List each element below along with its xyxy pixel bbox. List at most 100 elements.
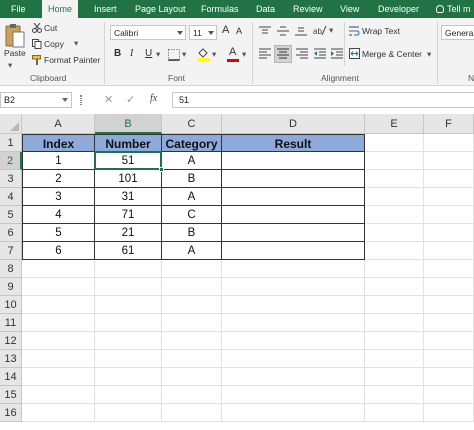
cell-a13[interactable] bbox=[22, 350, 95, 368]
cell-a12[interactable] bbox=[22, 332, 95, 350]
formula-input[interactable]: 51 bbox=[172, 92, 474, 108]
scissors-icon[interactable] bbox=[32, 23, 42, 33]
cell-e1[interactable] bbox=[365, 134, 424, 152]
align-right-icon[interactable] bbox=[296, 48, 308, 60]
italic-button[interactable]: I bbox=[130, 48, 133, 59]
row-header-5[interactable]: 5 bbox=[0, 206, 22, 224]
cell-f13[interactable] bbox=[424, 350, 474, 368]
tab-tell-me[interactable]: Tell m bbox=[436, 0, 471, 18]
cell-b14[interactable] bbox=[95, 368, 162, 386]
orientation-icon[interactable]: ab bbox=[313, 24, 327, 36]
column-header-d[interactable]: D bbox=[222, 114, 365, 134]
cell-c16[interactable] bbox=[162, 404, 222, 422]
align-left-icon[interactable] bbox=[259, 48, 271, 60]
row-header-8[interactable]: 8 bbox=[0, 260, 22, 278]
tab-formulas[interactable]: Formulas bbox=[201, 0, 239, 18]
tab-file[interactable]: File bbox=[11, 0, 26, 18]
grow-font-button[interactable]: A bbox=[222, 24, 229, 36]
cell-f8[interactable] bbox=[424, 260, 474, 278]
enter-icon[interactable]: ✓ bbox=[126, 93, 135, 106]
row-header-13[interactable]: 13 bbox=[0, 350, 22, 368]
paste-icon[interactable] bbox=[5, 23, 25, 49]
wrap-text-label[interactable]: Wrap Text bbox=[362, 26, 400, 36]
column-header-f[interactable]: F bbox=[424, 114, 474, 134]
merge-center-label[interactable]: Merge & Center bbox=[362, 49, 422, 59]
cell-f4[interactable] bbox=[424, 188, 474, 206]
middle-align-icon[interactable] bbox=[277, 26, 289, 36]
cell-a6[interactable]: 5 bbox=[22, 224, 95, 242]
paste-label[interactable]: Paste bbox=[4, 48, 26, 58]
cell-c4[interactable]: A bbox=[162, 188, 222, 206]
cell-d9[interactable] bbox=[222, 278, 365, 296]
cell-a8[interactable] bbox=[22, 260, 95, 278]
cell-c6[interactable]: B bbox=[162, 224, 222, 242]
fill-color-icon[interactable] bbox=[197, 47, 210, 61]
cell-d12[interactable] bbox=[222, 332, 365, 350]
cell-a7[interactable]: 6 bbox=[22, 242, 95, 260]
cell-d1[interactable]: Result bbox=[222, 134, 365, 152]
cell-e3[interactable] bbox=[365, 170, 424, 188]
font-color-button[interactable]: A bbox=[229, 46, 236, 58]
row-header-6[interactable]: 6 bbox=[0, 224, 22, 242]
cell-e14[interactable] bbox=[365, 368, 424, 386]
tab-insert[interactable]: Insert bbox=[94, 0, 117, 18]
cell-e10[interactable] bbox=[365, 296, 424, 314]
cell-d7[interactable] bbox=[222, 242, 365, 260]
insert-function-icon[interactable]: fx bbox=[150, 93, 157, 104]
formula-bar-grip[interactable] bbox=[80, 95, 82, 105]
tab-review[interactable]: Review bbox=[293, 0, 323, 18]
cell-b10[interactable] bbox=[95, 296, 162, 314]
font-size-select[interactable]: 11 bbox=[189, 25, 217, 40]
column-header-b[interactable]: B bbox=[95, 114, 162, 134]
shrink-font-button[interactable]: A bbox=[236, 26, 242, 36]
decrease-indent-icon[interactable] bbox=[314, 48, 326, 60]
cell-e2[interactable] bbox=[365, 152, 424, 170]
cell-e6[interactable] bbox=[365, 224, 424, 242]
cell-c8[interactable] bbox=[162, 260, 222, 278]
cell-f9[interactable] bbox=[424, 278, 474, 296]
cell-c10[interactable] bbox=[162, 296, 222, 314]
name-box[interactable]: B2 bbox=[0, 92, 72, 108]
cell-b12[interactable] bbox=[95, 332, 162, 350]
cell-e5[interactable] bbox=[365, 206, 424, 224]
cell-d11[interactable] bbox=[222, 314, 365, 332]
copy-label[interactable]: Copy bbox=[44, 39, 64, 49]
cell-c14[interactable] bbox=[162, 368, 222, 386]
column-header-c[interactable]: C bbox=[162, 114, 222, 134]
tab-data[interactable]: Data bbox=[256, 0, 275, 18]
tab-page-layout[interactable]: Page Layout bbox=[135, 0, 186, 18]
format-painter-label[interactable]: Format Painter bbox=[44, 55, 100, 65]
spreadsheet-grid[interactable]: A B C D E F 1 Index Number Category Result 2 1 51 A 3 2 1… bbox=[0, 114, 474, 430]
borders-icon[interactable] bbox=[168, 49, 180, 61]
cell-a9[interactable] bbox=[22, 278, 95, 296]
cell-b16[interactable] bbox=[95, 404, 162, 422]
cell-c1[interactable]: Category bbox=[162, 134, 222, 152]
cell-f12[interactable] bbox=[424, 332, 474, 350]
cell-c12[interactable] bbox=[162, 332, 222, 350]
cell-f16[interactable] bbox=[424, 404, 474, 422]
cell-c2[interactable]: A bbox=[162, 152, 222, 170]
cell-f11[interactable] bbox=[424, 314, 474, 332]
row-header-15[interactable]: 15 bbox=[0, 386, 22, 404]
wrap-text-icon[interactable] bbox=[349, 26, 360, 36]
cancel-icon[interactable]: ✕ bbox=[104, 93, 113, 106]
merge-center-dropdown-icon[interactable]: ▾ bbox=[427, 49, 431, 60]
cell-b13[interactable] bbox=[95, 350, 162, 368]
cell-e13[interactable] bbox=[365, 350, 424, 368]
cell-e7[interactable] bbox=[365, 242, 424, 260]
cell-c9[interactable] bbox=[162, 278, 222, 296]
tab-developer[interactable]: Developer bbox=[378, 0, 419, 18]
borders-dropdown-icon[interactable]: ▾ bbox=[182, 49, 186, 60]
font-name-select[interactable]: Calibri bbox=[110, 25, 186, 40]
column-header-e[interactable]: E bbox=[365, 114, 424, 134]
cell-c13[interactable] bbox=[162, 350, 222, 368]
cell-c3[interactable]: B bbox=[162, 170, 222, 188]
row-header-10[interactable]: 10 bbox=[0, 296, 22, 314]
cell-a11[interactable] bbox=[22, 314, 95, 332]
cell-b7[interactable]: 61 bbox=[95, 242, 162, 260]
cell-b3[interactable]: 101 bbox=[95, 170, 162, 188]
row-header-12[interactable]: 12 bbox=[0, 332, 22, 350]
row-header-3[interactable]: 3 bbox=[0, 170, 22, 188]
cell-f1[interactable] bbox=[424, 134, 474, 152]
cell-f3[interactable] bbox=[424, 170, 474, 188]
